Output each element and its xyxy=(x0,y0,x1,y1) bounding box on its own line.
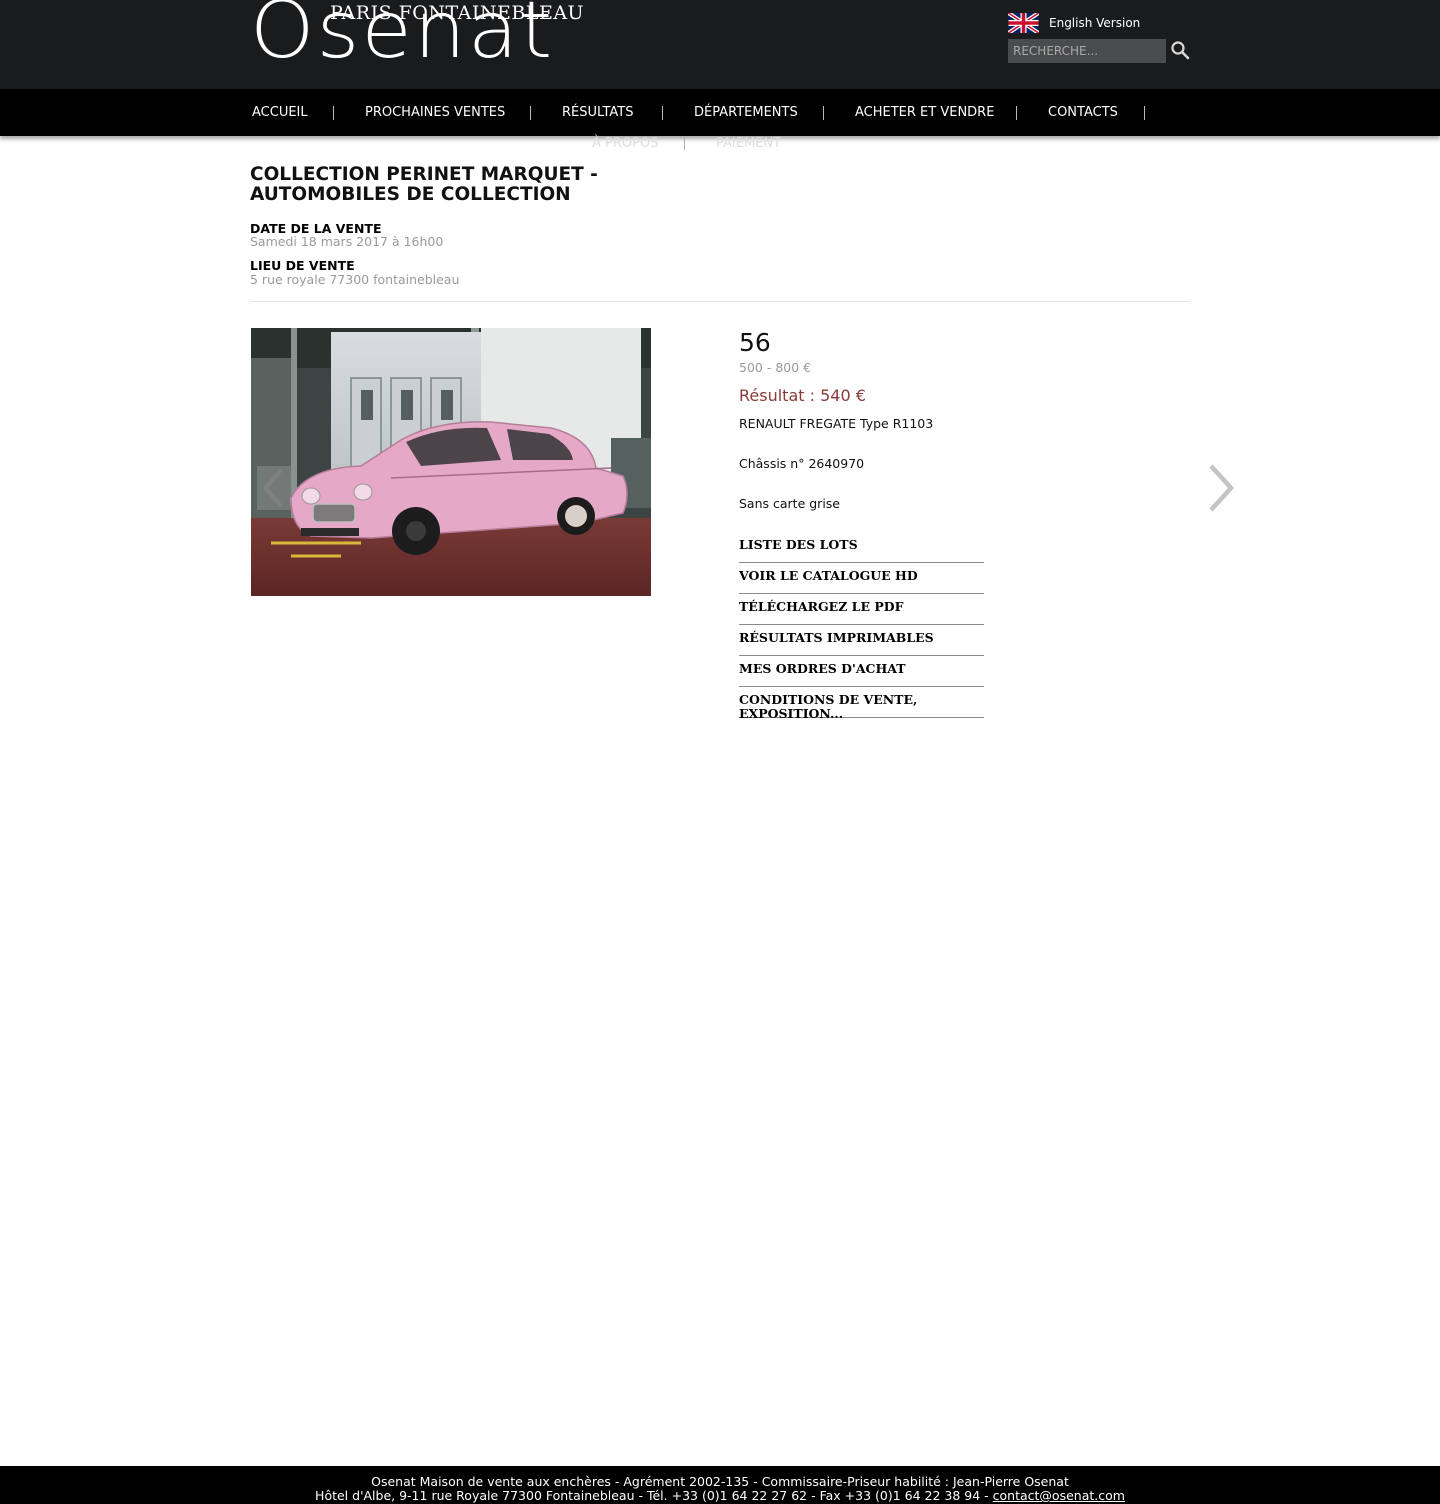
logo-tagline: PARIS FONTAINEBLEAU xyxy=(330,2,585,24)
nav-separator xyxy=(823,106,824,120)
search-input[interactable] xyxy=(1008,39,1166,63)
chevron-right-icon[interactable] xyxy=(1205,462,1237,514)
english-version-link[interactable]: English Version xyxy=(1049,16,1140,30)
nav-separator xyxy=(684,136,685,150)
footer-address: Hôtel d'Albe, 9-11 rue Royale 77300 Font… xyxy=(315,1488,993,1503)
nav-separator xyxy=(1144,106,1145,120)
link-conditions-de-vente[interactable]: CONDITIONS DE VENTE, EXPOSITION... xyxy=(739,687,984,721)
sale-place-value: 5 rue royale 77300 fontainebleau xyxy=(250,272,460,287)
nav-item-accueil[interactable]: ACCUEIL xyxy=(252,105,308,120)
nav-item-paiement[interactable]: PAIEMENT xyxy=(716,136,781,151)
link-telechargez-pdf[interactable]: TÉLÉCHARGEZ LE PDF xyxy=(739,594,984,625)
lot-photo[interactable] xyxy=(251,328,651,596)
main-nav: ACCUEIL PROCHAINES VENTES RÉSULTATS DÉPA… xyxy=(0,89,1440,151)
sale-date-value: Samedi 18 mars 2017 à 16h00 xyxy=(250,234,444,249)
uk-flag-icon xyxy=(1008,13,1039,33)
language-switch[interactable]: English Version xyxy=(1008,12,1140,34)
search-icon[interactable] xyxy=(1170,40,1190,60)
nav-item-resultats[interactable]: RÉSULTATS xyxy=(562,105,633,120)
nav-separator xyxy=(662,106,663,120)
lot-estimate: 500 - 800 € xyxy=(739,360,812,375)
lot-description-model: RENAULT FREGATE Type R1103 xyxy=(739,416,934,431)
chevron-left-icon[interactable] xyxy=(257,466,291,510)
site-header: Osenat PARIS FONTAINEBLEAU English Versi… xyxy=(0,0,1440,89)
lot-result: Résultat : 540 € xyxy=(739,386,866,405)
nav-item-acheter-et-vendre[interactable]: ACHETER ET VENDRE xyxy=(855,105,994,120)
footer-line-1: Osenat Maison de vente aux enchères - Ag… xyxy=(371,1474,1069,1489)
nav-item-contacts[interactable]: CONTACTS xyxy=(1048,105,1118,120)
nav-separator xyxy=(333,106,334,120)
osenat-logo[interactable]: Osenat PARIS FONTAINEBLEAU xyxy=(250,0,590,72)
nav-item-a-propos[interactable]: À PROPOS xyxy=(592,136,658,151)
link-voir-catalogue-hd[interactable]: VOIR LE CATALOGUE HD xyxy=(739,563,984,594)
nav-item-departements[interactable]: DÉPARTEMENTS xyxy=(694,105,798,120)
nav-item-prochaines-ventes[interactable]: PROCHAINES VENTES xyxy=(365,105,505,120)
footer-email-link[interactable]: contact@osenat.com xyxy=(993,1488,1125,1503)
lot-description-chassis: Châssis n° 2640970 xyxy=(739,456,865,471)
lot-photo-illustration xyxy=(251,328,651,596)
link-mes-ordres-achat[interactable]: MES ORDRES D'ACHAT xyxy=(739,656,984,687)
site-footer: Osenat Maison de vente aux enchères - Ag… xyxy=(0,1466,1440,1504)
sale-links: LISTE DES LOTS VOIR LE CATALOGUE HD TÉLÉ… xyxy=(739,532,984,721)
nav-separator xyxy=(530,106,531,120)
lot-description-registration: Sans carte grise xyxy=(739,496,840,511)
sale-title: COLLECTION PERINET MARQUET - AUTOMOBILES… xyxy=(250,164,598,205)
link-liste-des-lots[interactable]: LISTE DES LOTS xyxy=(739,532,984,563)
section-divider xyxy=(250,301,1190,302)
footer-line-2: Hôtel d'Albe, 9-11 rue Royale 77300 Font… xyxy=(0,1489,1440,1503)
lot-number: 56 xyxy=(739,328,771,357)
link-resultats-imprimables[interactable]: RÉSULTATS IMPRIMABLES xyxy=(739,625,984,656)
nav-separator xyxy=(1016,106,1017,120)
sale-place-label: LIEU DE VENTE xyxy=(250,258,355,273)
